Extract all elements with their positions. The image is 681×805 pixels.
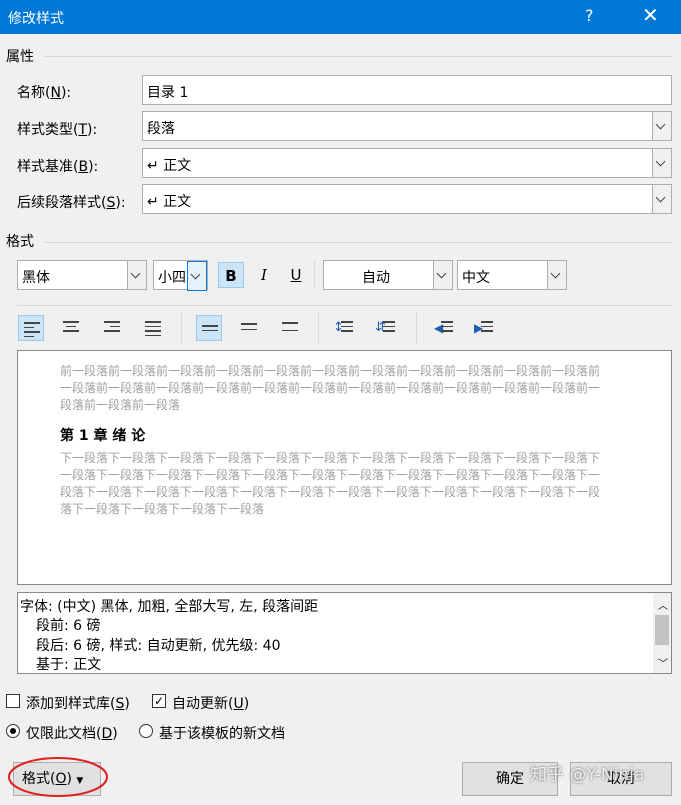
divider — [314, 260, 315, 290]
preview-heading: 第 1 章 绪 论 — [60, 428, 146, 444]
red-annotation-circle — [8, 757, 108, 797]
next-style-select[interactable]: ↵ 正文 — [142, 184, 672, 214]
divider — [181, 312, 182, 344]
template-documents-radio[interactable] — [139, 724, 153, 738]
decrease-paragraph-spacing-icon[interactable]: ⇵ — [373, 315, 399, 341]
close-icon[interactable]: ✕ — [642, 3, 659, 27]
increase-paragraph-spacing-icon[interactable]: ↕ — [331, 315, 357, 341]
bold-button[interactable]: B — [218, 262, 244, 288]
format-group-label: 格式 — [6, 234, 34, 250]
watermark: 知乎 @Y-Ninja — [530, 765, 645, 785]
increase-indent-icon[interactable]: ▶ — [472, 315, 498, 341]
help-icon[interactable]: ? — [585, 6, 594, 25]
name-input[interactable]: 目录 1 — [142, 75, 672, 105]
chevron-down-icon[interactable] — [652, 149, 671, 177]
template-documents-label: 基于该模板的新文档 — [159, 726, 285, 742]
divider — [44, 56, 672, 57]
description-line: 字体: (中文) 黑体, 加粗, 全部大写, 左, 段落间距 — [20, 599, 319, 615]
align-center-icon[interactable] — [58, 315, 84, 341]
style-description: 字体: (中文) 黑体, 加粗, 全部大写, 左, 段落间距 段前: 6 磅 段… — [17, 592, 672, 674]
chevron-up-icon[interactable]: ︿ — [658, 597, 668, 612]
add-to-gallery-label: 添加到样式库(S) — [26, 696, 130, 712]
style-preview: 前一段落前一段落前一段落前一段落前一段落前一段落前一段落前一段落前一段落前一段落… — [17, 350, 672, 585]
align-left-icon[interactable] — [18, 315, 44, 341]
preview-before-text: 前一段落前一段落前一段落前一段落前一段落前一段落前一段落前一段落前一段落前一段落… — [60, 364, 601, 412]
description-line: 段后: 6 磅, 样式: 自动更新, 优先级: 40 — [36, 638, 281, 654]
description-line: 基于: 正文 — [36, 657, 102, 673]
auto-update-checkbox[interactable]: ✓ — [152, 694, 166, 708]
properties-group-label: 属性 — [6, 49, 34, 65]
divider — [416, 312, 417, 344]
justify-icon[interactable] — [140, 315, 166, 341]
font-size-select[interactable]: 小四 — [153, 260, 208, 291]
title-bar: 修改样式 ? ✕ — [0, 0, 681, 34]
scrollbar[interactable]: ︿ ﹀ — [653, 593, 671, 673]
description-line: 段前: 6 磅 — [36, 618, 101, 634]
script-select[interactable]: 中文 — [457, 260, 567, 290]
chevron-down-icon[interactable]: ﹀ — [658, 655, 668, 670]
preview-after-text: 下一段落下一段落下一段落下一段落下一段落下一段落下一段落下一段落下一段落下一段落… — [60, 451, 601, 516]
window-title: 修改样式 — [8, 11, 64, 27]
underline-button[interactable]: U — [283, 262, 309, 288]
style-type-label: 样式类型(T): — [17, 122, 98, 138]
divider — [17, 305, 672, 306]
font-select[interactable]: 黑体 — [17, 260, 147, 290]
only-this-document-label: 仅限此文档(D) — [26, 726, 118, 742]
font-color-select[interactable]: 自动 — [323, 260, 453, 290]
auto-update-label: 自动更新(U) — [172, 696, 250, 712]
line-spacing-1-5-icon[interactable] — [236, 315, 262, 341]
chevron-down-icon[interactable] — [547, 261, 566, 289]
decrease-indent-icon[interactable]: ◀ — [432, 315, 458, 341]
style-type-select[interactable]: 段落 — [142, 111, 672, 141]
chevron-down-icon[interactable] — [652, 112, 671, 140]
style-base-select[interactable]: ↵ 正文 — [142, 148, 672, 178]
only-this-document-radio[interactable] — [6, 724, 20, 738]
italic-button[interactable]: I — [251, 262, 277, 288]
chevron-down-icon[interactable] — [652, 185, 671, 213]
name-label: 名称(N): — [17, 85, 72, 101]
style-base-label: 样式基准(B): — [17, 159, 99, 175]
align-right-icon[interactable] — [99, 315, 125, 341]
line-spacing-single-icon[interactable] — [196, 315, 222, 341]
divider — [318, 312, 319, 344]
add-to-gallery-checkbox[interactable] — [6, 694, 20, 708]
chevron-down-icon[interactable] — [433, 261, 452, 289]
chevron-down-icon[interactable] — [127, 261, 146, 289]
chevron-down-icon[interactable] — [187, 261, 207, 291]
line-spacing-double-icon[interactable] — [277, 315, 303, 341]
scrollbar-thumb[interactable] — [655, 615, 669, 645]
divider — [44, 242, 672, 243]
next-style-label: 后续段落样式(S): — [17, 195, 126, 211]
